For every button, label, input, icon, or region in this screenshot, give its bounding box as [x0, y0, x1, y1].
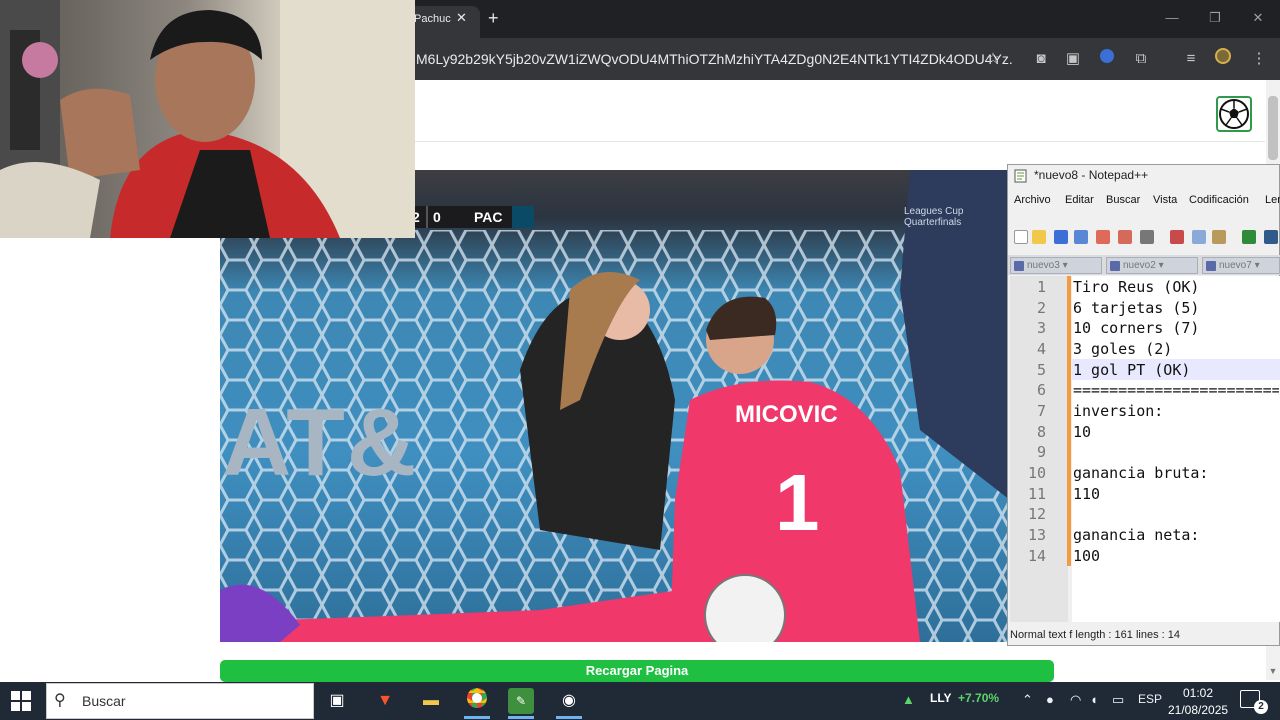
camera-icon[interactable]: ◙ [1030, 48, 1052, 70]
editor-line[interactable]: 10 [1073, 423, 1091, 441]
menu-lenguaje[interactable]: Len [1265, 194, 1280, 206]
editor-line[interactable]: 100 [1073, 547, 1100, 565]
competition-logo: Leagues Cup Quarterfinals [904, 206, 964, 228]
menu-vista[interactable]: Vista [1153, 194, 1177, 206]
obs-icon[interactable]: ◉ [556, 688, 582, 714]
menu-editar[interactable]: Editar [1065, 194, 1094, 206]
editor-line[interactable]: inversion: [1073, 402, 1163, 420]
redo-icon[interactable] [1264, 230, 1278, 244]
editor-line[interactable]: ========================== [1073, 381, 1279, 399]
chrome-icon[interactable] [464, 688, 490, 714]
profile-avatar-icon[interactable] [1212, 48, 1234, 70]
editor-line[interactable]: 1 gol PT (OK) [1073, 361, 1190, 379]
score-away: 0 [433, 209, 441, 225]
media-control-icon[interactable]: ≡ [1180, 48, 1202, 70]
file-tab-icon [1206, 261, 1216, 271]
wifi-icon[interactable]: ◠ [1070, 692, 1081, 708]
extensions-puzzle-icon[interactable]: ⧉ [1130, 48, 1152, 70]
tab-nuevo7[interactable]: nuevo7 ▾ [1202, 257, 1280, 274]
windows-start-icon[interactable] [10, 690, 32, 712]
clock-date[interactable]: 21/08/2025 [1168, 703, 1228, 717]
volume-icon[interactable]: ◖ [1090, 692, 1098, 707]
stock-change[interactable]: +7.70% [958, 691, 999, 705]
scroll-down-arrow-icon[interactable]: ▼ [1266, 666, 1280, 680]
notification-count-badge: 2 [1254, 700, 1268, 714]
window-close-button[interactable]: ✕ [1248, 10, 1268, 26]
stadium-sponsor-text: AT& [222, 389, 419, 496]
tab-nuevo2[interactable]: nuevo2 ▾ [1106, 257, 1198, 274]
notepad-statusbar: Normal text f length : 161 lines : 14 [1010, 629, 1180, 641]
editor-line[interactable]: 6 tarjetas (5) [1073, 299, 1199, 317]
editor-line[interactable]: 3 goles (2) [1073, 340, 1172, 358]
player-name-text: MICOVIC [735, 401, 838, 428]
undo-icon[interactable] [1242, 230, 1256, 244]
menu-archivo[interactable]: Archivo [1014, 194, 1051, 206]
save-all-icon[interactable] [1074, 230, 1088, 244]
notepadpp-active-indicator [508, 716, 534, 719]
taskbar-search-placeholder: Buscar [82, 693, 126, 709]
menu-codificacion[interactable]: Codificación [1189, 194, 1249, 206]
language-indicator[interactable]: ESP [1138, 692, 1162, 706]
cut-icon[interactable] [1170, 230, 1184, 244]
close-file-icon[interactable] [1096, 230, 1110, 244]
stock-symbol[interactable]: LLY [930, 691, 952, 705]
notepad-tab-bar: nuevo3 ▾ nuevo2 ▾ nuevo7 ▾ [1008, 255, 1280, 275]
print-icon[interactable] [1140, 230, 1154, 244]
tab-title: Pachuc [414, 13, 451, 25]
file-tab-icon [1110, 261, 1120, 271]
scrollbar-thumb[interactable] [1268, 96, 1278, 160]
reload-page-button[interactable]: Recargar Pagina [220, 660, 1054, 682]
new-tab-button[interactable]: + [488, 8, 499, 29]
editor-line[interactable]: 10 corners (7) [1073, 319, 1199, 337]
extension-blue-icon[interactable] [1096, 48, 1118, 70]
chrome-active-indicator [464, 716, 490, 719]
paste-icon[interactable] [1212, 230, 1226, 244]
brave-browser-icon[interactable]: ▼ [372, 688, 398, 714]
open-folder-icon[interactable] [1032, 230, 1046, 244]
editor-line[interactable]: Tiro Reus (OK) [1073, 278, 1199, 296]
editor-line[interactable]: ganancia bruta: [1073, 464, 1208, 482]
new-file-icon[interactable] [1014, 230, 1028, 244]
competition-round: Quarterfinals [904, 217, 962, 228]
soccer-ball-icon[interactable] [1216, 96, 1252, 132]
competition-name: Leagues Cup [904, 206, 964, 217]
obs-active-indicator [556, 716, 582, 719]
search-icon: ⚲ [54, 692, 66, 709]
team-away: PAC [474, 209, 503, 225]
team-color-block [512, 206, 534, 228]
file-explorer-icon[interactable]: ▬ [418, 688, 444, 714]
notepad-toolbar [1008, 226, 1280, 250]
stock-trend-icon: ▲ [902, 692, 915, 707]
bookmark-star-icon[interactable]: ☆ [982, 48, 1004, 70]
battery-icon[interactable]: ▭ [1112, 692, 1124, 708]
page-header [415, 82, 1265, 142]
player-number-text: 1 [775, 458, 820, 547]
editor-line[interactable]: 110 [1073, 485, 1100, 503]
scoreboard-divider [426, 206, 428, 228]
restore-button[interactable]: ❐ [1205, 10, 1225, 26]
copy-icon[interactable] [1192, 230, 1206, 244]
notepadpp-icon[interactable]: ✎ [508, 688, 534, 714]
browser-tab[interactable]: Pachuc [408, 6, 480, 38]
browser-menu-icon[interactable]: ⋮ [1248, 48, 1270, 70]
file-tab-icon [1014, 261, 1024, 271]
save-icon[interactable] [1054, 230, 1068, 244]
extension-code-icon[interactable]: ▣ [1062, 48, 1084, 70]
notepad-title: *nuevo8 - Notepad++ [1034, 168, 1149, 182]
tab-close-icon[interactable]: ✕ [456, 10, 467, 26]
webcam-overlay [0, 0, 415, 238]
menu-buscar[interactable]: Buscar [1106, 194, 1140, 206]
task-view-icon[interactable]: ▣ [324, 688, 350, 714]
clock-time[interactable]: 01:02 [1170, 686, 1226, 700]
notepad-app-icon [1014, 169, 1028, 183]
minimize-button[interactable]: — [1162, 10, 1182, 25]
tab-nuevo3[interactable]: nuevo3 ▾ [1010, 257, 1102, 274]
notepad-menubar: Archivo Editar Buscar Vista Codificación… [1008, 190, 1280, 212]
change-history-margin [1067, 276, 1071, 566]
tray-chevron-up-icon[interactable]: ⌃ [1022, 692, 1033, 708]
close-all-icon[interactable] [1118, 230, 1132, 244]
microphone-icon[interactable]: ● [1046, 692, 1054, 707]
editor-line[interactable]: ganancia neta: [1073, 526, 1199, 544]
address-bar[interactable]: M6Ly92b29kY5jb20vZW1iZWQvODU4MThiOTZhMzh… [412, 45, 1012, 73]
